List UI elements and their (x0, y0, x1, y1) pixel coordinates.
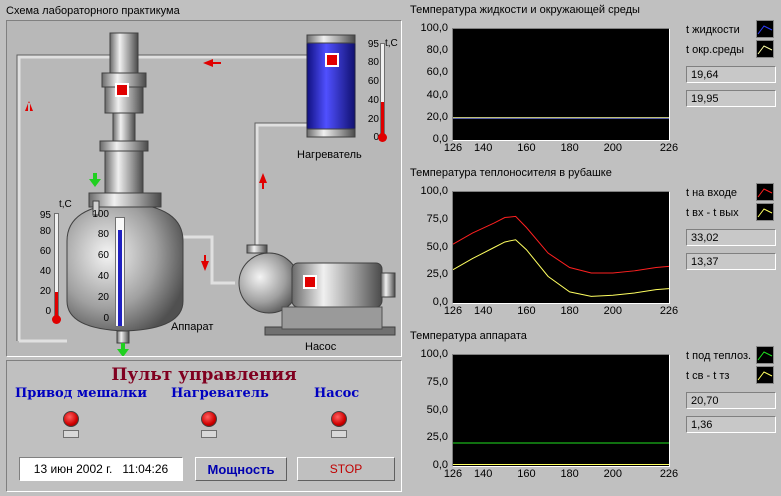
heater-toggle[interactable] (199, 411, 219, 447)
chart-title: Температура теплоносителя в рубашке (410, 167, 612, 179)
chart-plot (452, 191, 670, 304)
y-tick-label: 60,0 (426, 66, 448, 79)
pump-led (331, 411, 347, 427)
vessel-thermometer (54, 213, 59, 317)
x-tick-label: 226 (659, 142, 679, 154)
stirrer-toggle[interactable] (61, 411, 81, 447)
inner-gauge (115, 217, 125, 327)
legend-label: t жидкости (686, 24, 740, 36)
scheme-title: Схема лабораторного практикума (6, 5, 180, 17)
pump-label: Насос (305, 341, 337, 353)
y-tick-label: 80,0 (426, 44, 448, 57)
x-tick-label: 126 (443, 305, 463, 317)
x-tick-label: 200 (603, 142, 622, 154)
heater-thermo-unit: t,C (385, 38, 398, 49)
apparatus-label: Аппарат (171, 321, 214, 333)
y-tick-label: 100,0 (420, 22, 448, 34)
chart-title: Температура жидкости и окружающей среды (410, 4, 640, 16)
x-tick-label: 180 (560, 305, 579, 317)
x-tick-label: 180 (560, 468, 579, 480)
pump-control-label: Насос (314, 386, 360, 401)
legend-label: t вх - t вых (686, 207, 739, 219)
control-panel: Пульт управления Привод мешалки Нагреват… (6, 360, 402, 492)
heater-thermo-scale: 95 80 60 40 20 0 (367, 39, 379, 143)
motor-indicator (115, 83, 129, 97)
y-tick-label: 50,0 (426, 240, 448, 253)
vessel-thermo-scale: 95 80 60 40 20 0 (39, 210, 51, 317)
heater-switch[interactable] (201, 430, 217, 438)
y-tick-label: 20,0 (426, 110, 448, 123)
x-tick-label: 140 (474, 142, 493, 154)
control-title: Пульт управления (111, 365, 297, 385)
inner-gauge-scale: 100 80 60 40 20 0 (92, 209, 109, 324)
x-tick-label: 200 (603, 305, 622, 317)
value-display: 19,95 (686, 90, 776, 107)
legend-label: t св - t тз (686, 370, 730, 382)
x-tick-label: 160 (517, 305, 536, 317)
x-tick-label: 126 (443, 142, 463, 154)
y-tick-label: 50,0 (426, 403, 448, 416)
legend-swatch (756, 203, 774, 221)
legend-swatch (756, 366, 774, 384)
y-tick-label: 75,0 (426, 375, 448, 388)
scheme-diagram (16, 32, 396, 356)
legend-label: t на входе (686, 187, 737, 199)
x-tick-label: 226 (659, 305, 679, 317)
legend-swatch (756, 183, 774, 201)
value-display: 13,37 (686, 253, 776, 270)
stirrer-label: Привод мешалки (15, 386, 148, 401)
stirrer-led (63, 411, 79, 427)
stirrer-switch[interactable] (63, 430, 79, 438)
pump-switch[interactable] (331, 430, 347, 438)
value-display: 1,36 (686, 416, 776, 433)
legend-swatch (756, 40, 774, 58)
legend-swatch (756, 20, 774, 38)
y-tick-label: 25,0 (426, 268, 448, 281)
y-tick-label: 25,0 (426, 431, 448, 444)
datetime-display: 13 июн 2002 г. 11:04:26 (19, 457, 183, 481)
y-tick-label: 75,0 (426, 212, 448, 225)
value-display: 20,70 (686, 392, 776, 409)
heater-control-label: Нагреватель (171, 386, 269, 401)
chart-plot (452, 28, 670, 141)
vessel-thermo-unit: t,C (59, 199, 72, 210)
y-tick-label: 100,0 (420, 185, 448, 197)
chart-plot (452, 354, 670, 467)
y-tick-label: 40,0 (426, 88, 448, 101)
x-tick-label: 126 (443, 468, 463, 480)
y-tick-label: 100,0 (420, 348, 448, 360)
pump-toggle[interactable] (329, 411, 349, 447)
series-line (453, 239, 669, 297)
heater-thermometer (380, 43, 385, 135)
x-tick-label: 160 (517, 468, 536, 480)
chart-title: Температура аппарата (410, 330, 527, 342)
legend-label: t окр.среды (686, 44, 745, 56)
scheme-panel: t,C 95 80 60 40 20 0 Нагреватель t,C 95 … (6, 20, 402, 357)
x-tick-label: 140 (474, 305, 493, 317)
heater-led (201, 411, 217, 427)
series-line (453, 215, 669, 274)
heater-label: Нагреватель (297, 149, 362, 161)
value-display: 19,64 (686, 66, 776, 83)
x-tick-label: 180 (560, 142, 579, 154)
heater-indicator (325, 53, 339, 67)
value-display: 33,02 (686, 229, 776, 246)
x-tick-label: 140 (474, 468, 493, 480)
heater-thermo-bulb (378, 133, 387, 142)
x-tick-label: 160 (517, 142, 536, 154)
legend-label: t под теплоз. (686, 350, 752, 362)
stop-button[interactable]: STOP (297, 457, 395, 481)
vessel-thermo-bulb (52, 315, 61, 324)
x-tick-label: 226 (659, 468, 679, 480)
legend-swatch (756, 346, 774, 364)
x-tick-label: 200 (603, 468, 622, 480)
power-button[interactable]: Мощность (195, 457, 287, 481)
pump-indicator (303, 275, 317, 289)
